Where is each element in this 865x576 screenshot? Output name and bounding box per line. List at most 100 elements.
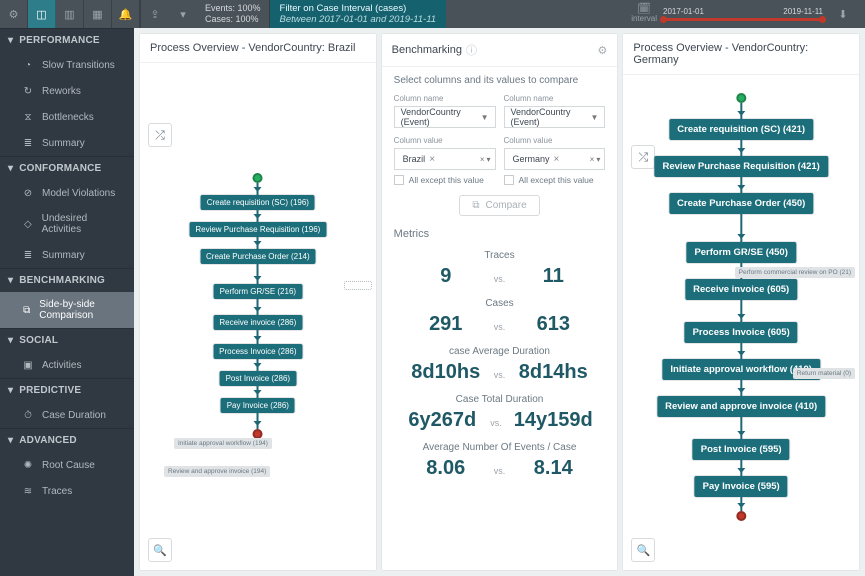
metric-row: Traces9vs.11 — [394, 250, 606, 288]
node[interactable]: Receive invoice (605) — [685, 279, 797, 300]
node[interactable]: Review and approve invoice (410) — [657, 396, 825, 417]
close-icon[interactable]: × — [480, 155, 485, 164]
chevron-down-icon[interactable]: ▾ — [487, 155, 491, 164]
metric-left-value: 8.06 — [410, 457, 482, 480]
node[interactable]: Review Purchase Requisition (196) — [189, 222, 326, 237]
node[interactable]: Create Purchase Order (450) — [669, 193, 813, 214]
info-icon[interactable]: ⓘ — [466, 42, 477, 58]
node[interactable]: Post Invoice (286) — [220, 371, 296, 386]
download-icon[interactable]: ⬇ — [829, 0, 857, 28]
sidebar-item-case-duration[interactable]: ⏱Case Duration — [0, 402, 134, 428]
sidebar-item-reworks[interactable]: ↻Reworks — [0, 78, 134, 104]
shuffle-button-left[interactable]: ⤮ — [148, 123, 172, 147]
column-value-right[interactable]: Germany× ×▾ — [504, 148, 606, 170]
sidebar-item-traces[interactable]: ≋Traces — [0, 478, 134, 504]
sidebar-item-activities[interactable]: ▣Activities — [0, 352, 134, 378]
metric-vs: vs. — [490, 418, 502, 428]
left-process-panel: Process Overview - VendorCountry: Brazil… — [140, 34, 376, 570]
remove-icon[interactable]: × — [554, 154, 560, 165]
compare-button[interactable]: ⧉ Compare — [459, 195, 539, 216]
shuffle-button-right[interactable]: ⤮ — [631, 145, 655, 169]
search-button-left[interactable]: 🔍 — [148, 538, 172, 562]
left-panel-title: Process Overview - VendorCountry: Brazil — [150, 42, 355, 54]
section-benchmarking[interactable]: ▾BENCHMARKING — [0, 268, 134, 292]
close-icon[interactable]: × — [590, 155, 595, 164]
node-side[interactable]: Return material (0) — [793, 368, 855, 379]
sidebar-item-undesired-activities[interactable]: ◇Undesired Activities — [0, 206, 134, 242]
filter-icon[interactable]: ▾ — [169, 0, 197, 28]
node[interactable]: Process Invoice (286) — [213, 344, 302, 359]
metric-vs: vs. — [494, 274, 506, 284]
node-side[interactable]: Review and approve invoice (194) — [164, 466, 270, 477]
filter-chip[interactable]: Filter on Case Interval (cases) Between … — [270, 0, 447, 28]
section-predictive[interactable]: ▾PREDICTIVE — [0, 378, 134, 402]
column-name-select-right[interactable]: VendorCountry (Event)▼ — [504, 106, 606, 128]
sidebar-item-summary-conf[interactable]: ≣Summary — [0, 242, 134, 268]
chevron-down-icon[interactable]: ▾ — [596, 155, 600, 164]
tab-table-icon[interactable]: ▦ — [84, 0, 112, 28]
events-stat: Events: 100% — [205, 3, 261, 14]
node[interactable]: Post Invoice (595) — [693, 439, 790, 460]
except-checkbox-left[interactable]: All except this value — [394, 175, 496, 185]
interval-timeline[interactable]: 2017-01-01 2019-11-11 — [663, 7, 823, 21]
interval-start: 2017-01-01 — [663, 7, 704, 16]
sidebar-item-side-by-side[interactable]: ⧉Side-by-side Comparison — [0, 292, 134, 328]
sidebar-item-bottlenecks[interactable]: ⧖Bottlenecks — [0, 104, 134, 130]
section-performance[interactable]: ▾PERFORMANCE — [0, 28, 134, 52]
column-name-select-left[interactable]: VendorCountry (Event)▼ — [394, 106, 496, 128]
tab-org-icon[interactable]: ⚙ — [0, 0, 28, 28]
sidebar-item-root-cause[interactable]: ✺Root Cause — [0, 452, 134, 478]
metric-right-value: 8d14hs — [517, 361, 589, 384]
interval-control: 🗓 interval 2017-01-01 2019-11-11 ⬇ — [623, 0, 865, 28]
search-button-right[interactable]: 🔍 — [631, 538, 655, 562]
metric-label: Cases — [394, 298, 606, 309]
metric-vs: vs. — [494, 370, 506, 380]
node[interactable]: Create requisition (SC) (421) — [669, 119, 813, 140]
section-advanced[interactable]: ▾ADVANCED — [0, 428, 134, 452]
remove-icon[interactable]: × — [429, 154, 435, 165]
column-value-label: Column value — [394, 136, 496, 145]
node[interactable]: Create Purchase Order (214) — [200, 249, 316, 264]
section-conformance[interactable]: ▾CONFORMANCE — [0, 156, 134, 180]
gear-icon[interactable]: ⚙ — [597, 44, 607, 57]
metric-label: case Average Duration — [394, 346, 606, 357]
node[interactable]: Perform GR/SE (450) — [686, 242, 795, 263]
column-value-left[interactable]: Brazil× ×▾ — [394, 148, 496, 170]
process-flow-left: Create requisition (SC) (196) Review Pur… — [189, 173, 326, 439]
node-side[interactable]: Initiate approval workflow (194) — [174, 438, 272, 449]
share-icon[interactable]: ⇪ — [141, 0, 169, 28]
metrics-header: Metrics — [394, 228, 606, 240]
node-side[interactable]: Perform commercial review on PO (21) — [735, 267, 855, 278]
topbar-tabs: ⚙ ◫ ▥ ▦ 🔔 — [0, 0, 140, 28]
side-annotation — [344, 281, 372, 290]
sidebar-item-slow-transitions[interactable]: ◔Slow Transitions — [0, 52, 134, 78]
metric-right-value: 8.14 — [517, 457, 589, 480]
tab-bell-icon[interactable]: 🔔 — [112, 0, 140, 28]
node[interactable]: Review Purchase Requisition (421) — [655, 156, 828, 177]
tab-chart-icon[interactable]: ▥ — [56, 0, 84, 28]
node[interactable]: Pay Invoice (286) — [221, 398, 295, 413]
tab-analytics-icon[interactable]: ◫ — [28, 0, 56, 28]
node[interactable]: Pay Invoice (595) — [695, 476, 788, 497]
node[interactable]: Create requisition (SC) (196) — [201, 195, 315, 210]
metric-left-value: 291 — [410, 313, 482, 336]
compare-icon: ⧉ — [472, 200, 479, 211]
filter-subtitle: Between 2017-01-01 and 2019-11-11 — [280, 14, 437, 25]
interval-end: 2019-11-11 — [783, 7, 823, 16]
column-value-label: Column value — [504, 136, 606, 145]
sidebar-item-summary-perf[interactable]: ≣Summary — [0, 130, 134, 156]
node[interactable]: Perform GR/SE (216) — [214, 284, 302, 299]
right-panel-title: Process Overview - VendorCountry: German… — [633, 42, 849, 66]
except-checkbox-right[interactable]: All except this value — [504, 175, 606, 185]
filter-title: Filter on Case Interval (cases) — [280, 3, 437, 14]
node[interactable]: Process Invoice (605) — [685, 322, 798, 343]
metric-row: Case Total Duration6y267dvs.14y159d — [394, 394, 606, 432]
sidebar-item-model-violations[interactable]: ⊘Model Violations — [0, 180, 134, 206]
start-node-right — [736, 93, 746, 103]
metric-vs: vs. — [494, 322, 506, 332]
node[interactable]: Receive invoice (286) — [213, 315, 302, 330]
topbar-stats: Events: 100% Cases: 100% — [197, 0, 270, 28]
interval-label: 🗓 interval — [631, 5, 657, 23]
metric-row: case Average Duration8d10hsvs.8d14hs — [394, 346, 606, 384]
section-social[interactable]: ▾SOCIAL — [0, 328, 134, 352]
